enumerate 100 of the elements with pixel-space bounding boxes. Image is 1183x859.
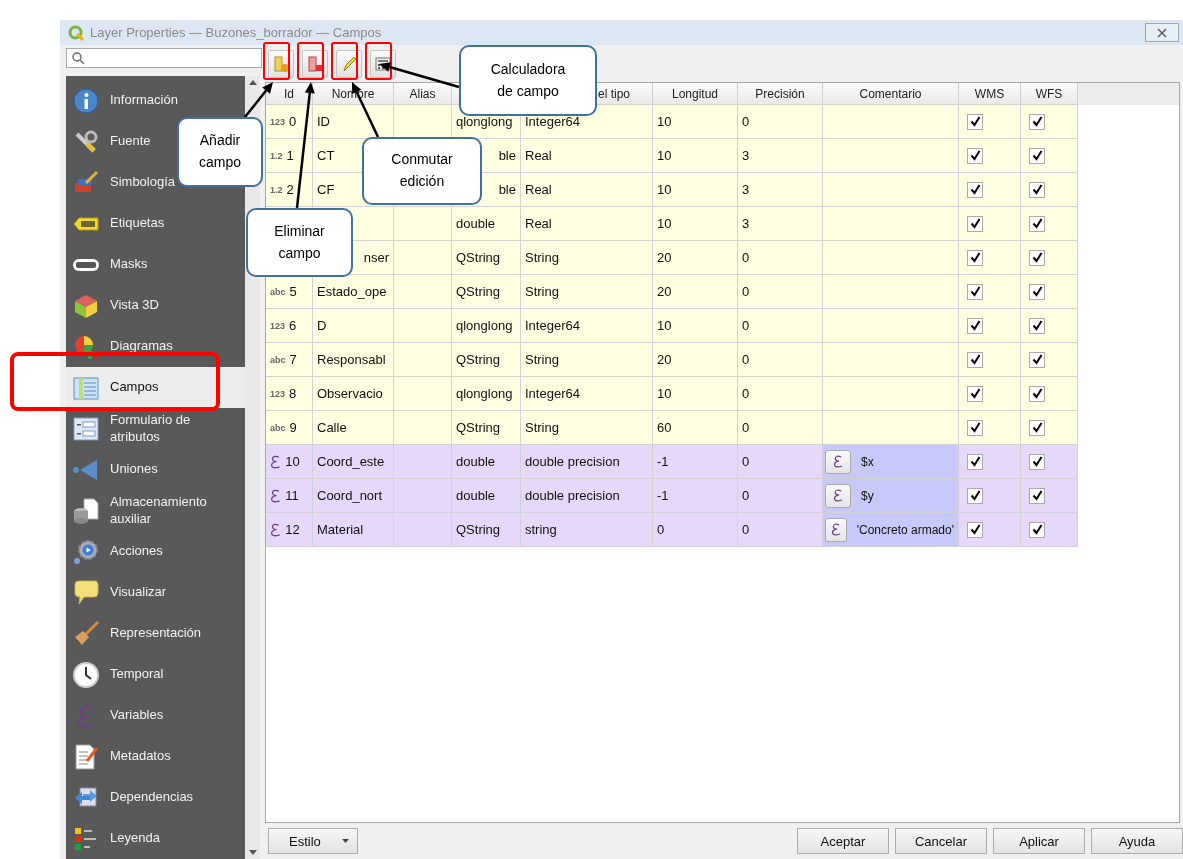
checkbox[interactable] [967, 113, 983, 130]
table-cell [394, 377, 452, 411]
table-cell: 0 [738, 241, 823, 275]
table-cell: Material [313, 513, 394, 547]
table-cell: double [452, 479, 521, 513]
table-cell: Real [521, 207, 653, 241]
table-cell: Integer64 [521, 377, 653, 411]
sidebar-item[interactable]: Leyenda [66, 818, 245, 859]
epsilon-icon [270, 487, 282, 504]
column-header[interactable]: Comentario [823, 83, 959, 105]
sidebar-item[interactable]: Formulario de atributos [66, 408, 245, 449]
checkbox[interactable] [1029, 317, 1045, 334]
expression-text: $x [861, 454, 874, 469]
style-dropdown[interactable]: Estilo [268, 828, 358, 854]
search-field[interactable] [66, 48, 262, 68]
expression-button[interactable] [825, 483, 851, 508]
checkbox[interactable] [1029, 419, 1045, 436]
dialog-button[interactable]: Aceptar [797, 828, 889, 854]
checkbox[interactable] [967, 487, 983, 504]
table-cell: double precision [521, 479, 653, 513]
speech-bubble-icon [72, 578, 100, 607]
table-cell: 6 [289, 318, 297, 333]
checkbox[interactable] [967, 317, 983, 334]
checkbox[interactable] [1029, 181, 1045, 198]
table-cell: 10 [653, 207, 738, 241]
sidebar-item[interactable]: Diagramas [66, 326, 245, 367]
checkbox[interactable] [967, 249, 983, 266]
callout-tooltip: Añadir campo [177, 117, 263, 187]
checkbox[interactable] [1029, 147, 1045, 164]
table-cell: Real [521, 173, 653, 207]
sidebar-item[interactable]: Temporal [66, 654, 245, 695]
highlight-frame [297, 42, 324, 80]
logo-icon [68, 24, 84, 41]
close-button[interactable] [1145, 23, 1179, 42]
checkbox[interactable] [967, 147, 983, 164]
checkbox[interactable] [1029, 113, 1045, 130]
table-cell: 3 [738, 173, 823, 207]
sidebar-item[interactable]: Campos [66, 367, 245, 408]
checkbox[interactable] [967, 453, 983, 470]
checkbox[interactable] [1029, 249, 1045, 266]
column-header[interactable]: Longitud [653, 83, 738, 105]
dialog-button[interactable]: Cancelar [895, 828, 987, 854]
callout-tooltip: Eliminar campo [246, 208, 353, 277]
table-cell: QString [452, 241, 521, 275]
type-label: 123 [270, 388, 286, 399]
checkbox[interactable] [1029, 215, 1045, 232]
table-cell: Integer64 [521, 309, 653, 343]
sidebar-item[interactable]: Visualizar [66, 572, 245, 613]
dialog-button[interactable]: Aplicar [993, 828, 1085, 854]
table-cell: String [521, 411, 653, 445]
sidebar-item[interactable]: Metadatos [66, 736, 245, 777]
checkbox[interactable] [967, 521, 983, 538]
column-header[interactable]: Alias [394, 83, 452, 105]
sidebar-item[interactable]: Masks [66, 244, 245, 285]
sidebar-item[interactable]: Almacenamiento auxiliar [66, 490, 245, 531]
column-header[interactable]: WFS [1021, 83, 1078, 105]
expression-button[interactable] [825, 449, 851, 474]
checkbox[interactable] [1029, 351, 1045, 368]
checkbox[interactable] [967, 385, 983, 402]
sidebar-item[interactable]: Representación [66, 613, 245, 654]
form-icon [72, 414, 100, 443]
table-cell: Calle [313, 411, 394, 445]
type-label: abc [270, 422, 286, 433]
table-cell: 12 [285, 522, 300, 537]
sidebar-item[interactable]: Etiquetas [66, 203, 245, 244]
table-cell: 3 [738, 207, 823, 241]
gear-icon [72, 537, 100, 566]
sidebar-item[interactable]: Acciones [66, 531, 245, 572]
table-cell: 7 [289, 352, 297, 367]
sidebar-item[interactable]: Uniones [66, 449, 245, 490]
expression-button[interactable] [825, 517, 847, 542]
table-cell: Coord_nort [313, 479, 394, 513]
column-header[interactable]: Precisión [738, 83, 823, 105]
table-cell [394, 105, 452, 139]
table-cell: 0 [738, 377, 823, 411]
column-header[interactable]: WMS [959, 83, 1021, 105]
checkbox[interactable] [1029, 453, 1045, 470]
sidebar-item[interactable]: Dependencias [66, 777, 245, 818]
checkbox[interactable] [1029, 487, 1045, 504]
sidebar-item[interactable]: Vista 3D [66, 285, 245, 326]
table-cell [394, 479, 452, 513]
checkbox[interactable] [967, 215, 983, 232]
checkbox[interactable] [1029, 385, 1045, 402]
epsilon-icon [830, 522, 842, 537]
table-cell: 0 [738, 343, 823, 377]
epsilon-icon [832, 454, 844, 469]
table-cell: qlonglong [452, 377, 521, 411]
checkbox[interactable] [1029, 521, 1045, 538]
table-cell: 0 [738, 275, 823, 309]
table-cell: QString [452, 411, 521, 445]
type-label: 1.2 [270, 150, 283, 161]
checkbox[interactable] [1029, 283, 1045, 300]
checkbox[interactable] [967, 351, 983, 368]
checkbox[interactable] [967, 181, 983, 198]
checkbox[interactable] [967, 419, 983, 436]
table-cell: String [521, 275, 653, 309]
checkbox[interactable] [967, 283, 983, 300]
table-cell: 5 [289, 284, 297, 299]
dialog-button[interactable]: Ayuda [1091, 828, 1183, 854]
sidebar-item[interactable]: Variables [66, 695, 245, 736]
